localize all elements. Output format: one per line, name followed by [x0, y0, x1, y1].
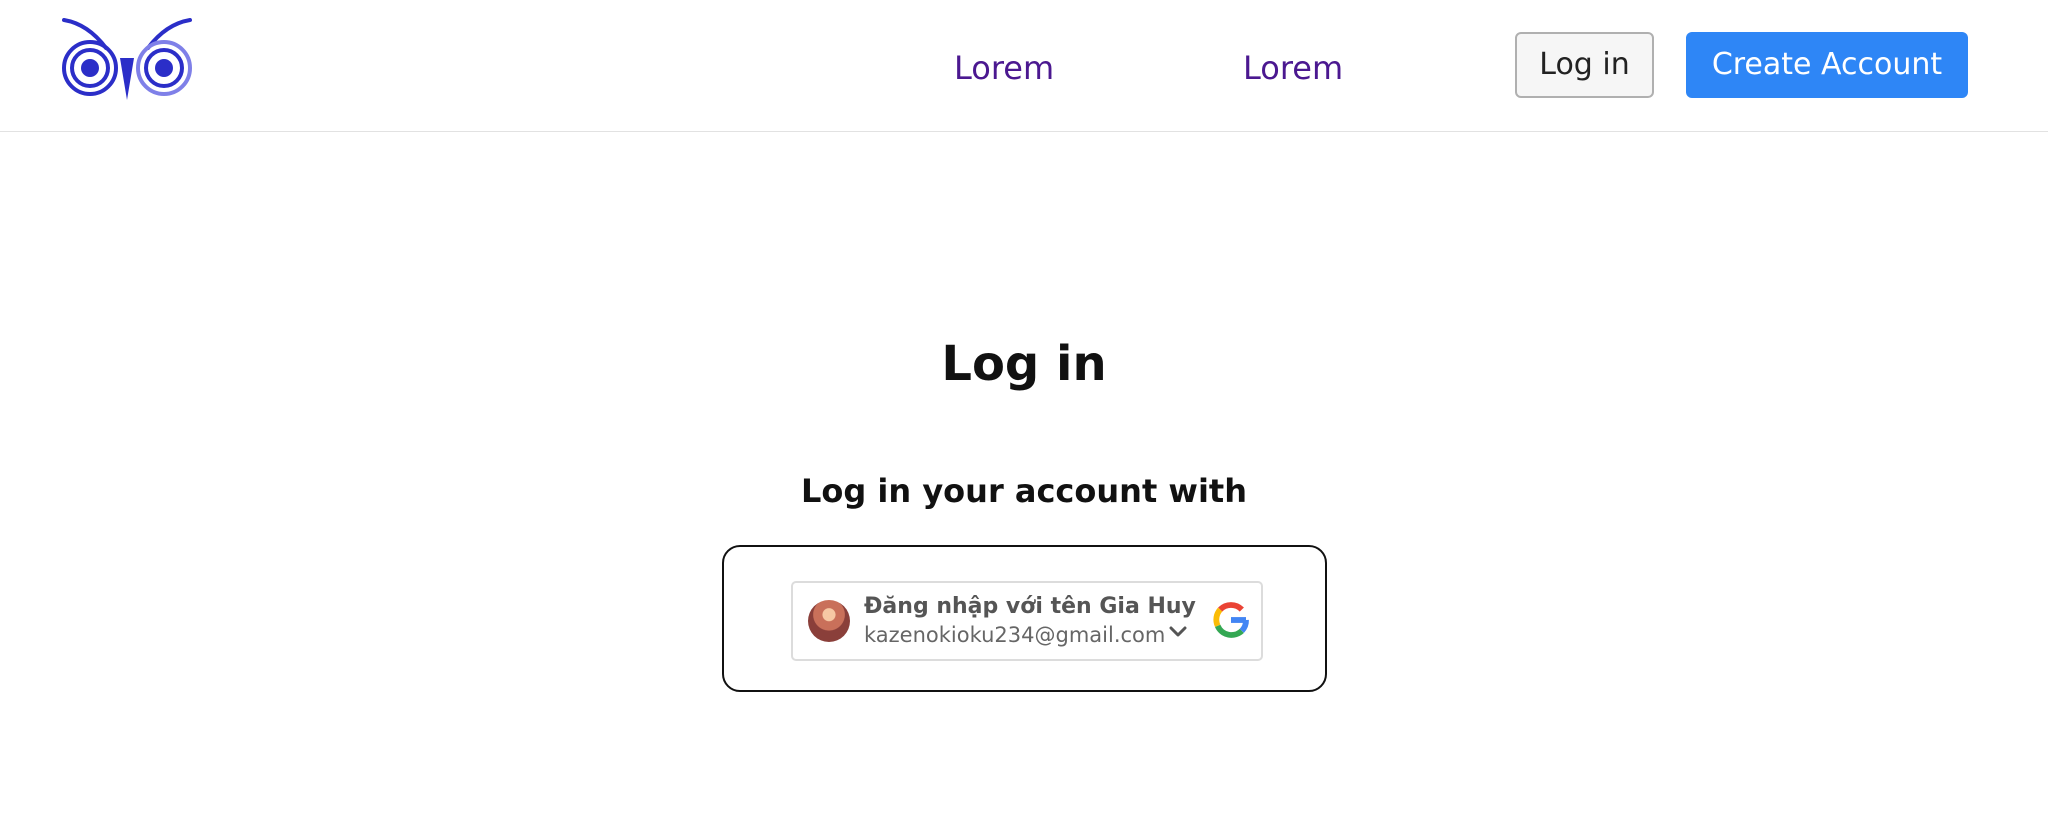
nav-link-lorem-1[interactable]: Lorem: [954, 44, 1054, 92]
login-button[interactable]: Log in: [1515, 32, 1654, 98]
site-header: Lorem Lorem Log in Create Account: [0, 0, 2048, 132]
avatar: [808, 600, 850, 642]
google-icon: [1213, 602, 1249, 638]
google-signin-button[interactable]: Đăng nhập với tên Gia Huy kazenokioku234…: [791, 581, 1263, 661]
page-title: Log in: [941, 336, 1107, 392]
auth-provider-box: Đăng nhập với tên Gia Huy kazenokioku234…: [722, 545, 1327, 692]
nav-link-lorem-2[interactable]: Lorem: [1243, 44, 1343, 92]
owl-logo-icon[interactable]: [60, 18, 194, 104]
create-account-button[interactable]: Create Account: [1686, 32, 1968, 98]
google-account-name: Đăng nhập với tên Gia Huy: [864, 594, 1196, 619]
chevron-down-icon[interactable]: [1168, 625, 1188, 639]
login-subtitle: Log in your account with: [801, 472, 1247, 510]
google-account-email: kazenokioku234@gmail.com: [864, 623, 1166, 647]
